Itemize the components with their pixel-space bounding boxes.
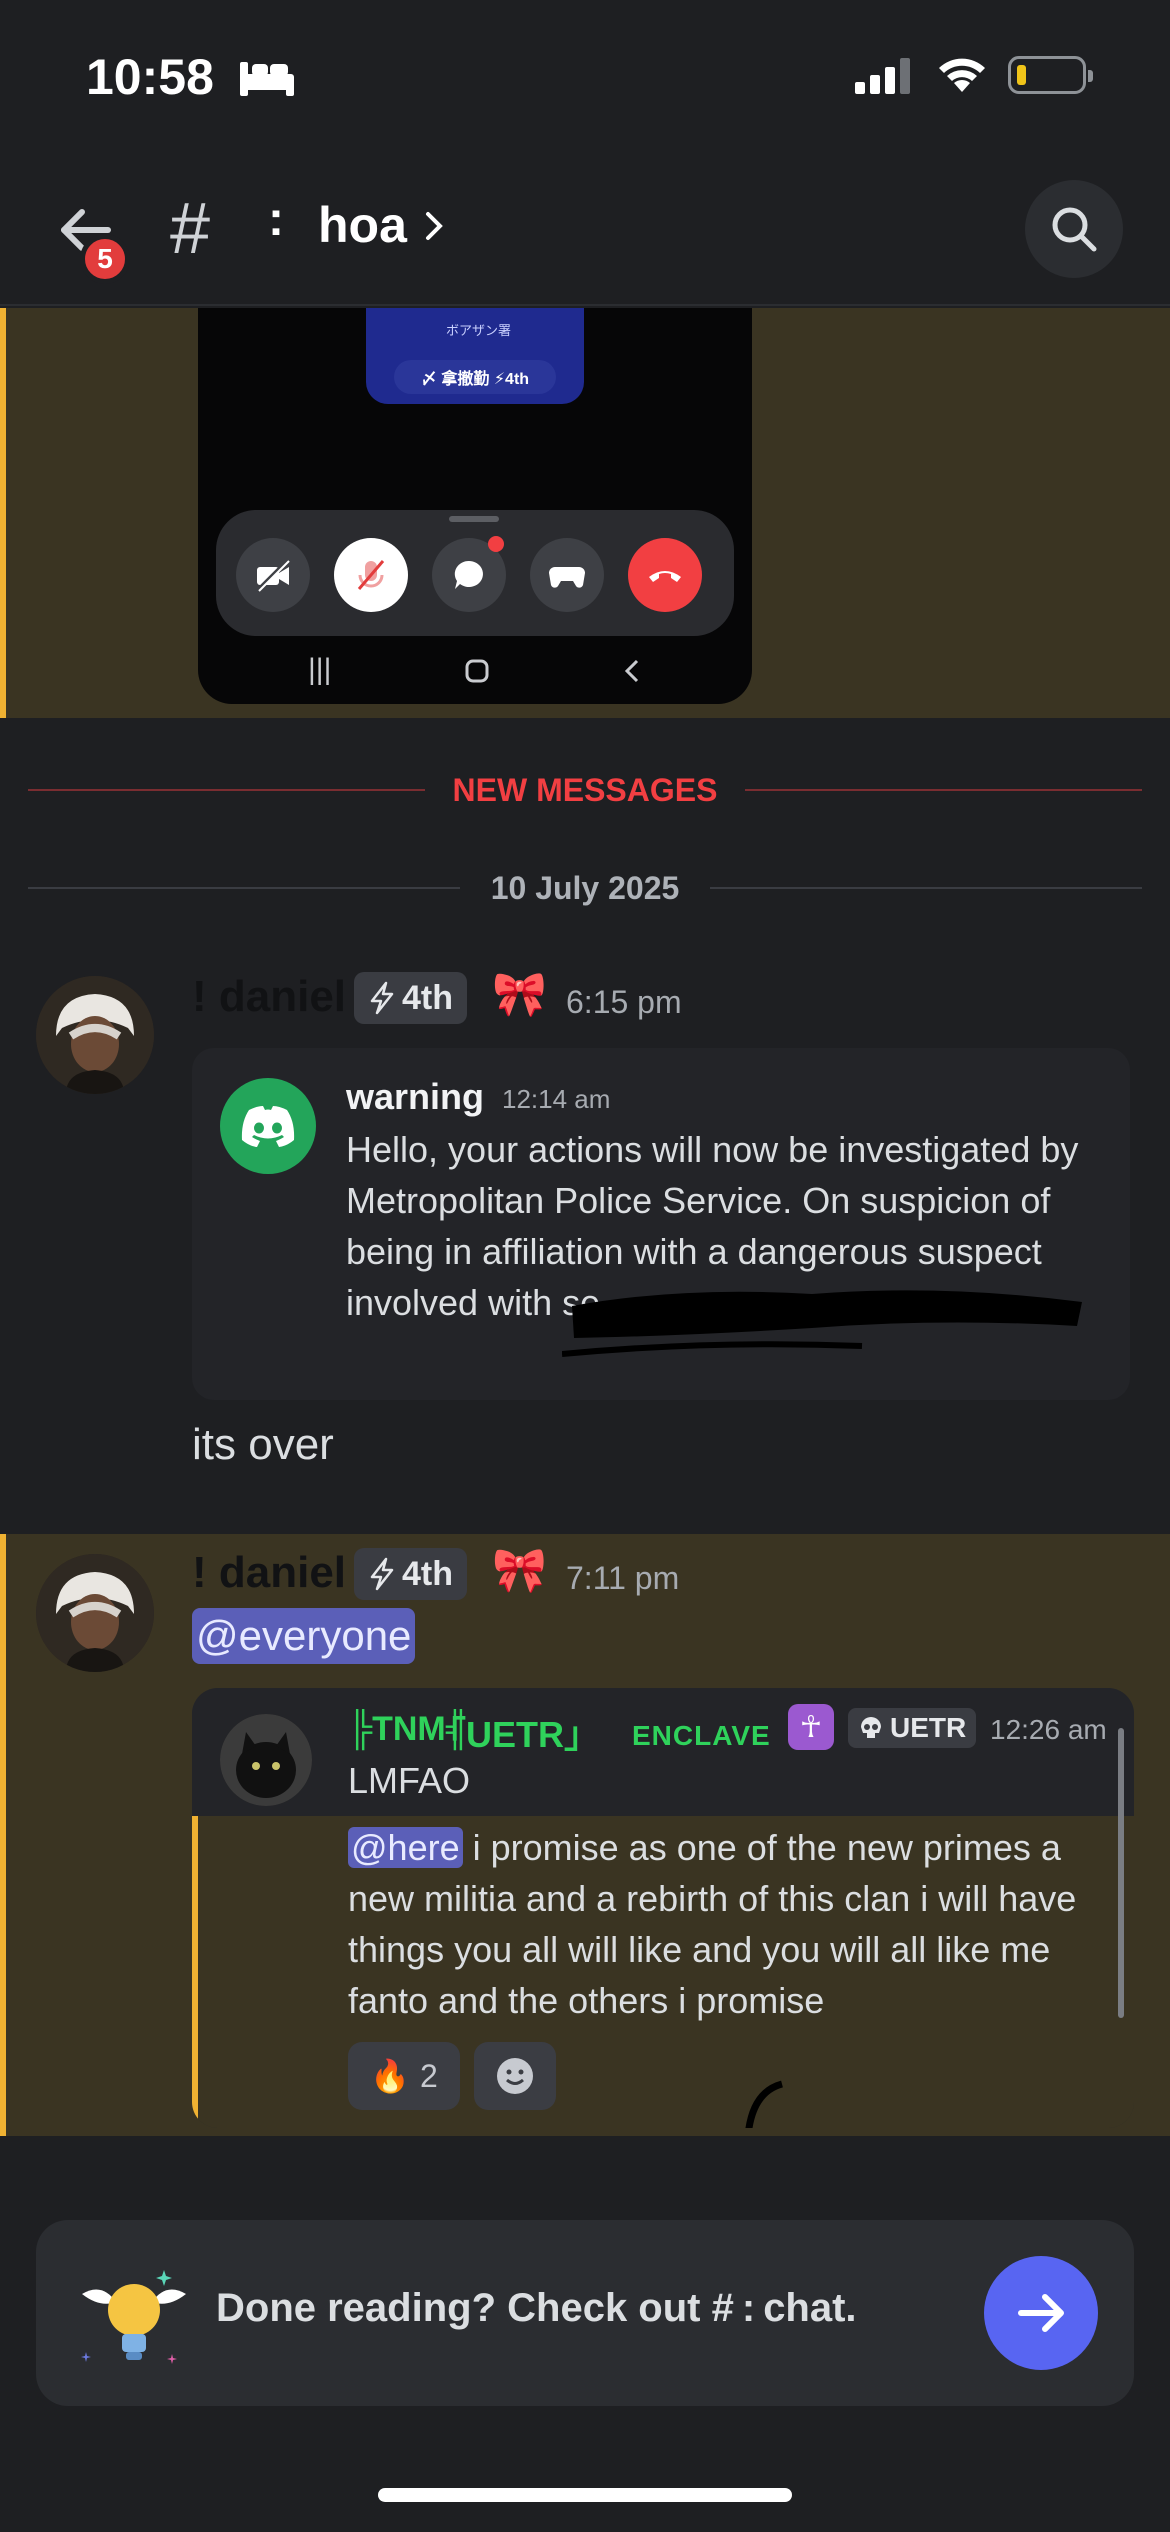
skull-icon bbox=[861, 1717, 881, 1738]
forwarded-header bbox=[192, 1688, 1134, 1816]
banner-text: Done reading? Check out # : chat. bbox=[216, 2286, 857, 2330]
hello-kitty-icon: 🎀 bbox=[492, 970, 547, 1019]
avatar[interactable] bbox=[36, 976, 154, 1094]
nav-back-icon bbox=[624, 659, 639, 683]
message-text: its over bbox=[192, 1420, 334, 1469]
role-tag: 4th bbox=[354, 1548, 467, 1600]
lightning-icon bbox=[370, 981, 394, 1015]
notification-dot bbox=[488, 536, 504, 552]
channel-name[interactable]: hoa bbox=[318, 196, 407, 254]
call-card: ボアザン署 〆 拿撤勤 ⚡4th bbox=[366, 308, 584, 404]
gamepad-icon bbox=[530, 538, 604, 612]
reaction-fire[interactable]: 🔥 2 bbox=[348, 2042, 460, 2110]
call-card-tag: 〆 拿撤勤 ⚡4th bbox=[394, 360, 556, 394]
discord-logo-icon bbox=[220, 1078, 316, 1174]
recent-apps-icon: ||| bbox=[308, 653, 332, 686]
status-bar: 10:58 bbox=[0, 0, 1170, 150]
role-tag: 4th bbox=[354, 972, 467, 1024]
scrollbar[interactable] bbox=[1118, 1728, 1124, 2018]
avatar[interactable] bbox=[36, 1554, 154, 1672]
done-reading-banner[interactable]: Done reading? Check out # : chat. bbox=[36, 2220, 1134, 2406]
message-time: 7:11 pm bbox=[566, 1560, 680, 1596]
lightbulb-wings-icon bbox=[81, 2270, 186, 2364]
decorative-stroke bbox=[745, 2080, 784, 2128]
search-button[interactable] bbox=[1025, 180, 1123, 278]
camera-off-icon bbox=[236, 538, 310, 612]
embedded-message[interactable]: warning 12:14 am Hello, your actions wil… bbox=[192, 1048, 1130, 1400]
role-tag-label: 4th bbox=[402, 1554, 453, 1593]
channel-header: 5 # : hoa bbox=[0, 150, 1170, 306]
arrow-right-icon bbox=[1018, 2294, 1064, 2332]
cross-badge-icon: ☥ bbox=[788, 1704, 834, 1750]
image-message-highlighted: ボアザン署 〆 拿撤勤 ⚡4th ||| bbox=[0, 308, 1170, 718]
embed-author: warning bbox=[346, 1076, 485, 1117]
hello-kitty-icon: 🎀 bbox=[492, 1546, 547, 1595]
embed-time: 12:14 am bbox=[502, 1084, 611, 1114]
forwarded-username-part[interactable]: 「UETR」 bbox=[430, 1706, 600, 1758]
clan-tag-label: UETR bbox=[890, 1712, 967, 1743]
add-reaction-button[interactable] bbox=[474, 2042, 556, 2110]
forwarded-text: @here i promise as one of the new primes… bbox=[348, 1822, 1108, 2026]
drag-handle bbox=[449, 516, 499, 522]
forwarded-message[interactable]: ╠TNM╣ 「UETR」 ENCLAVE ☥ UETR 12:26 am LMF… bbox=[192, 1688, 1134, 2128]
username[interactable]: ! daniel bbox=[192, 1548, 346, 1598]
here-mention[interactable]: @here bbox=[348, 1827, 463, 1868]
forwarded-username-part[interactable]: ENCLAVE bbox=[632, 1720, 771, 1752]
date-label: 10 July 2025 bbox=[460, 866, 710, 910]
go-to-channel-button[interactable] bbox=[984, 2256, 1098, 2370]
sleep-focus-icon bbox=[240, 62, 294, 96]
clan-tag: UETR bbox=[848, 1708, 977, 1748]
new-messages-label: NEW MESSAGES bbox=[425, 768, 745, 812]
forwarded-time: 12:26 am bbox=[990, 1714, 1107, 1745]
search-icon bbox=[1052, 207, 1097, 252]
message-time: 6:15 pm bbox=[566, 984, 682, 1020]
forwarded-body: @here i promise as one of the new primes… bbox=[192, 1816, 1134, 2128]
everyone-mention[interactable]: @everyone bbox=[192, 1608, 416, 1664]
role-tag-label: 4th bbox=[402, 978, 453, 1017]
mic-muted-icon bbox=[334, 538, 408, 612]
call-card-subtitle: ボアザン署 bbox=[446, 323, 512, 338]
status-time: 10:58 bbox=[86, 49, 214, 105]
username[interactable]: ! daniel bbox=[192, 972, 346, 1022]
reaction-count: 2 bbox=[420, 2057, 438, 2094]
unread-badge: 5 bbox=[80, 234, 130, 284]
redaction-scribble bbox=[562, 1290, 1082, 1357]
screenshot-attachment[interactable]: ボアザン署 〆 拿撤勤 ⚡4th ||| bbox=[198, 308, 752, 704]
channel-hash-icon: # bbox=[170, 189, 211, 269]
home-indicator[interactable] bbox=[378, 2488, 792, 2502]
cellular-signal-icon bbox=[855, 58, 910, 94]
home-icon bbox=[465, 659, 489, 683]
chevron-right-icon[interactable] bbox=[420, 206, 450, 246]
avatar[interactable] bbox=[220, 1714, 312, 1806]
forwarded-reply-text: LMFAO bbox=[348, 1760, 471, 1801]
channel-separator: : bbox=[268, 193, 284, 246]
smiley-icon bbox=[497, 2058, 533, 2094]
hang-up-icon bbox=[628, 538, 702, 612]
wifi-icon bbox=[939, 58, 985, 92]
fire-icon: 🔥 bbox=[370, 2058, 411, 2094]
battery-icon bbox=[1008, 56, 1093, 94]
lightning-icon bbox=[370, 1557, 394, 1591]
